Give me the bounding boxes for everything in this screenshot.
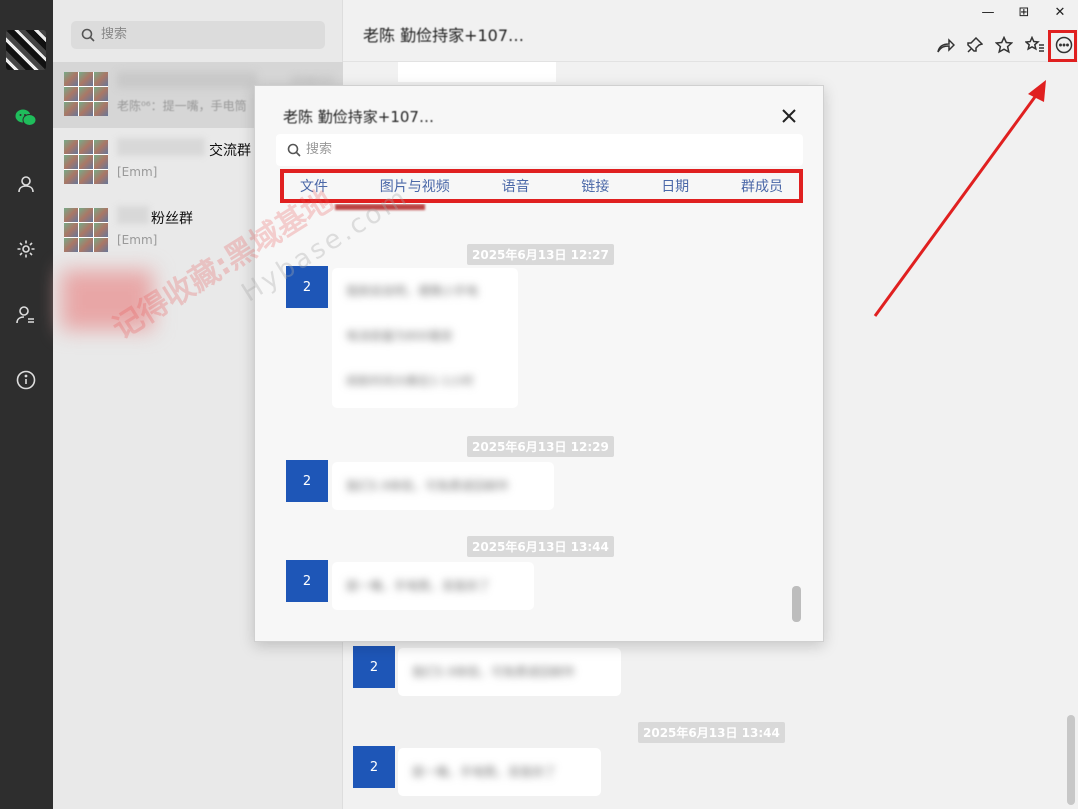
chat-icon[interactable] [14,106,38,130]
chat-header: 老陈 勤俭持家+107… — ⊞ ✕ [343,0,1078,62]
message-avatar[interactable]: 2 [353,746,395,788]
popup-title: 老陈 勤俭持家+107… [283,108,434,126]
close-icon[interactable] [779,106,799,126]
message-bubble: 提一嘴，手电筒，丢我存了 [332,562,534,610]
message-text: 提一嘴，手电筒，丢我存了 [412,765,557,779]
group-avatar [64,208,108,252]
chat-scrollbar[interactable] [1067,715,1075,805]
message-text: 提一嘴，手电筒，丢我存了 [346,579,491,593]
message-bubble: 我们5.9体现，可免费退回邮件 [398,648,621,696]
message-bubble-partial [398,62,556,82]
timestamp: 2025年6月13日 12:27 [467,244,614,265]
message-line: 电池容量为800毫安 [346,329,453,343]
blurred-name [117,206,149,224]
message-avatar[interactable]: 2 [286,266,328,308]
conversation-title: 粉丝群 [151,211,193,227]
app-window: 搜索 老陈⁰⁶：提一嘴，手电筒 25/6/13 交流群 [Emm] 粉丝群 [E… [0,0,1078,809]
info-icon[interactable] [14,368,38,392]
message-text: 我们5.9体现，可免费退回邮件 [346,479,510,493]
history-message-list: 2025年6月13日 12:27 2 我刚说说吧，便携小手电 电池容量为800毫… [255,204,823,624]
share-icon[interactable] [934,33,958,57]
filter-media[interactable]: 图片与视频 [380,176,450,196]
conversation-search-input[interactable]: 搜索 [71,21,325,49]
history-search-placeholder: 搜索 [306,142,333,157]
minimize-button[interactable]: — [976,0,1000,24]
annotation-arrow [873,80,1046,317]
message-avatar[interactable]: 2 [353,646,395,688]
group-avatar [64,140,108,184]
conversation-preview: [Emm] [117,165,158,179]
message-line: 我刚说说吧，便携小手电 [346,284,479,298]
conversation-preview: 老陈⁰⁶：提一嘴，手电筒 [117,99,247,113]
conversation-search-placeholder: 搜索 [101,27,128,42]
nav-rail [0,0,53,809]
message-bubble: 提一嘴，手电筒，丢我存了 [398,748,601,796]
filter-members[interactable]: 群成员 [741,176,783,196]
chat-history-popup: 老陈 勤俭持家+107… 搜索 文件 图片与视频 语音 链接 日期 群成员 20… [254,85,824,642]
message-bubble: 我刚说说吧，便携小手电 电池容量为800毫安 续航时间大概在1-1小时 [332,268,518,408]
blurred-name [117,138,205,156]
message-bubble: 我们5.9体现，可免费退回邮件 [332,462,554,510]
filter-links[interactable]: 链接 [581,176,609,196]
user-switch-icon[interactable] [14,303,38,327]
timestamp: 2025年6月13日 12:29 [467,436,614,457]
filter-files[interactable]: 文件 [300,176,328,196]
history-search-input[interactable]: 搜索 [276,134,803,166]
conversation-title: 交流群 [209,143,251,159]
search-icon [287,143,301,157]
user-avatar[interactable] [6,30,46,70]
star-icon[interactable] [992,33,1016,57]
conversation-preview: [Emm] [117,233,158,247]
pin-icon[interactable] [963,33,987,57]
group-avatar [64,72,108,116]
message-line: 续航时间大概在1-1小时 [346,374,474,388]
blurred-avatar [61,270,153,330]
filter-voice[interactable]: 语音 [502,176,530,196]
favorites-list-icon[interactable] [1023,33,1047,57]
search-icon [81,28,95,42]
timestamp: 2025年6月13日 13:44 [638,722,785,743]
filter-tabs: 文件 图片与视频 语音 链接 日期 群成员 [280,169,803,203]
settings-icon[interactable] [14,237,38,261]
message-text: 我们5.9体现，可免费退回邮件 [412,665,576,679]
timestamp: 2025年6月13日 13:44 [467,536,614,557]
maximize-button[interactable]: ⊞ [1012,0,1036,24]
filter-date[interactable]: 日期 [661,176,689,196]
history-scrollbar[interactable] [792,586,801,622]
highlight-box [1048,30,1077,62]
message-avatar[interactable]: 2 [286,460,328,502]
cropped-image [335,204,425,210]
message-avatar[interactable]: 2 [286,560,328,602]
chat-title: 老陈 勤俭持家+107… [363,26,525,45]
conversation-title [117,72,257,88]
contacts-icon[interactable] [14,172,38,196]
close-window-button[interactable]: ✕ [1048,0,1072,24]
